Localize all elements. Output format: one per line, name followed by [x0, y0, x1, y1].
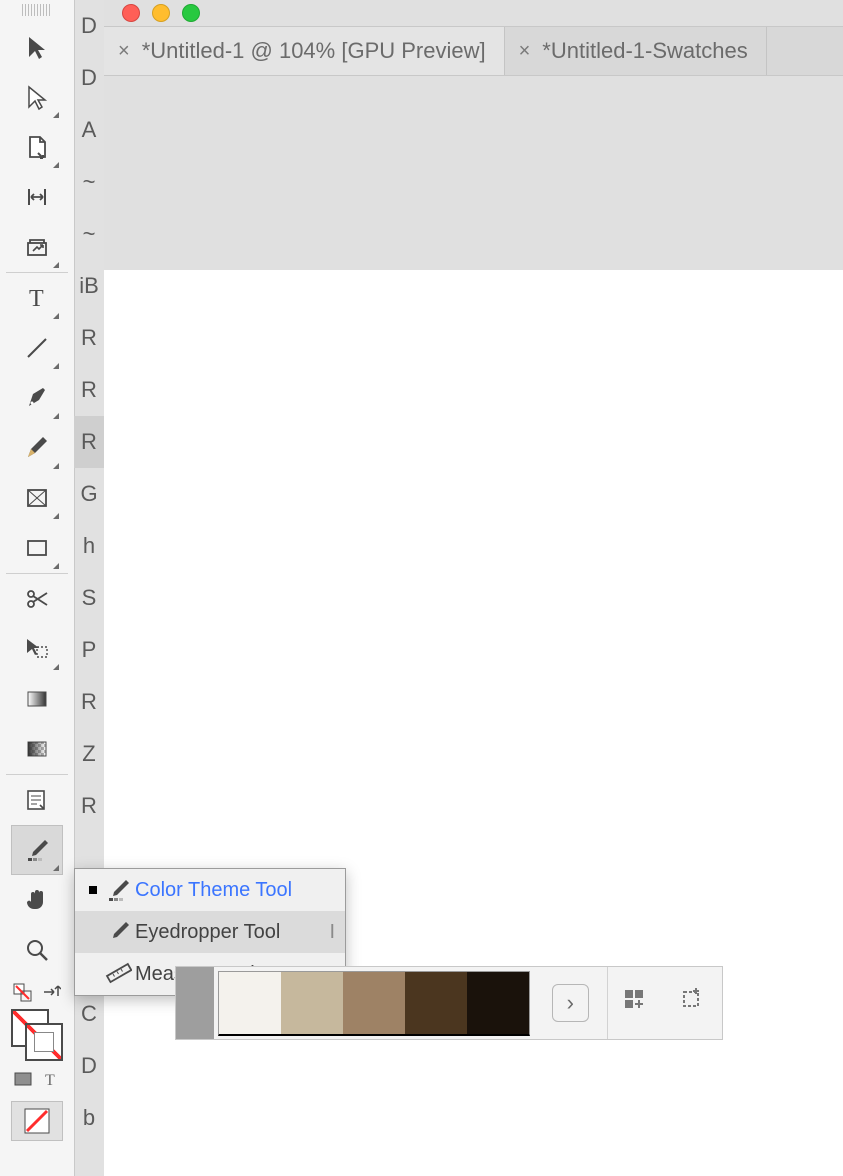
shortcut-marker: G — [74, 468, 104, 520]
document-tab[interactable]: × *Untitled-1-Swatches — [505, 27, 767, 75]
shortcut-marker: R — [74, 364, 104, 416]
flyout-indicator-icon — [53, 363, 59, 369]
fill-stroke-proxy[interactable] — [11, 1009, 63, 1061]
gradient-feather-tool[interactable] — [11, 724, 63, 774]
rectangle-tool[interactable] — [11, 523, 63, 573]
scissors-tool[interactable] — [11, 574, 63, 624]
default-fill-stroke-icon[interactable] — [11, 981, 35, 1005]
flyout-indicator-icon — [53, 463, 59, 469]
shortcut-marker: R — [74, 780, 104, 832]
apply-none-button[interactable] — [11, 1101, 63, 1141]
flyout-item[interactable]: Color Theme Tool — [75, 869, 345, 911]
color-theme-swatches — [214, 967, 534, 1039]
document-canvas[interactable] — [104, 270, 843, 1176]
formatting-affects-row: T — [11, 1067, 63, 1091]
pencil-tool[interactable] — [11, 423, 63, 473]
color-theme-next-button[interactable]: › — [552, 984, 588, 1022]
flyout-tool-icon — [101, 876, 135, 904]
tab-label: *Untitled-1-Swatches — [542, 38, 747, 64]
shortcut-marker: A — [74, 104, 104, 156]
color-theme-base-swatch[interactable] — [176, 967, 214, 1039]
swap-fill-stroke-icon[interactable] — [39, 981, 63, 1005]
stroke-proxy[interactable] — [25, 1023, 63, 1061]
shortcut-marker: Z — [74, 728, 104, 780]
add-to-libraries-icon[interactable] — [678, 986, 708, 1021]
window-zoom-button[interactable] — [182, 4, 200, 22]
shortcut-marker: R — [74, 416, 104, 468]
hand-tool[interactable] — [11, 875, 63, 925]
note-tool[interactable] — [11, 775, 63, 825]
selection-tool[interactable] — [11, 22, 63, 72]
add-to-swatches-icon[interactable] — [621, 986, 651, 1021]
shortcut-marker: D — [74, 1040, 104, 1092]
flyout-tool-icon — [101, 960, 135, 988]
formatting-container-icon[interactable] — [11, 1067, 35, 1091]
shortcut-marker: b — [74, 1092, 104, 1144]
shortcut-marker: D — [74, 0, 104, 52]
flyout-item[interactable]: Eyedropper Tool I — [75, 911, 345, 953]
fill-stroke-swap-row — [11, 981, 63, 1005]
tab-close-icon[interactable]: × — [118, 40, 130, 63]
flyout-item-label: Eyedropper Tool — [135, 921, 280, 944]
theme-swatch[interactable] — [467, 971, 530, 1036]
svg-text:T: T — [45, 1072, 55, 1089]
document-tab-strip: × *Untitled-1 @ 104% [GPU Preview] × *Untit… — [104, 26, 843, 76]
shortcut-marker: iB — [74, 260, 104, 312]
color-theme-panel: › — [175, 966, 723, 1040]
direct-selection-tool[interactable] — [11, 72, 63, 122]
document-tab[interactable]: × *Untitled-1 @ 104% [GPU Preview] — [104, 27, 505, 75]
flyout-indicator-icon — [53, 413, 59, 419]
shortcut-marker: S — [74, 572, 104, 624]
shortcut-marker: ~ — [74, 208, 104, 260]
window-traffic-lights — [104, 0, 843, 26]
flyout-indicator-icon — [53, 865, 59, 871]
gradient-swatch-tool[interactable] — [11, 674, 63, 724]
flyout-shortcut: I — [329, 921, 335, 944]
svg-text:T: T — [29, 286, 44, 312]
theme-swatch[interactable] — [405, 971, 467, 1036]
rectangle-frame-tool[interactable] — [11, 473, 63, 523]
color-theme-actions — [607, 967, 722, 1039]
window-close-button[interactable] — [122, 4, 140, 22]
shortcut-marker: R — [74, 312, 104, 364]
theme-swatch[interactable] — [343, 971, 405, 1036]
flyout-indicator-icon — [53, 563, 59, 569]
tab-close-icon[interactable]: × — [519, 40, 531, 63]
toolbar-grip[interactable] — [22, 4, 52, 16]
flyout-tool-icon — [101, 918, 135, 946]
type-tool[interactable]: T — [11, 273, 63, 323]
shortcut-marker: R — [74, 676, 104, 728]
flyout-indicator-icon — [53, 664, 59, 670]
flyout-check-icon — [85, 886, 101, 894]
theme-swatch[interactable] — [281, 971, 343, 1036]
shortcut-marker: D — [74, 52, 104, 104]
free-transform-tool[interactable] — [11, 624, 63, 674]
formatting-text-icon[interactable]: T — [39, 1067, 63, 1091]
gap-tool[interactable] — [11, 172, 63, 222]
toolbar: T T — [0, 0, 75, 1176]
flyout-indicator-icon — [53, 112, 59, 118]
window-minimize-button[interactable] — [152, 4, 170, 22]
color-theme-tool[interactable] — [11, 825, 63, 875]
flyout-indicator-icon — [53, 513, 59, 519]
content-collector-tool[interactable] — [11, 222, 63, 272]
flyout-indicator-icon — [53, 162, 59, 168]
theme-swatch[interactable] — [218, 971, 281, 1036]
shortcut-marker: ~ — [74, 156, 104, 208]
flyout-indicator-icon — [53, 313, 59, 319]
line-tool[interactable] — [11, 323, 63, 373]
keyboard-shortcut-column: DDA~~iBRRRGhSPRZRCDb — [74, 0, 104, 1176]
page-tool[interactable] — [11, 122, 63, 172]
shortcut-marker: h — [74, 520, 104, 572]
pen-tool[interactable] — [11, 373, 63, 423]
shortcut-marker: P — [74, 624, 104, 676]
tab-label: *Untitled-1 @ 104% [GPU Preview] — [142, 38, 486, 64]
flyout-indicator-icon — [53, 262, 59, 268]
zoom-tool[interactable] — [11, 925, 63, 975]
flyout-item-label: Color Theme Tool — [135, 879, 292, 902]
